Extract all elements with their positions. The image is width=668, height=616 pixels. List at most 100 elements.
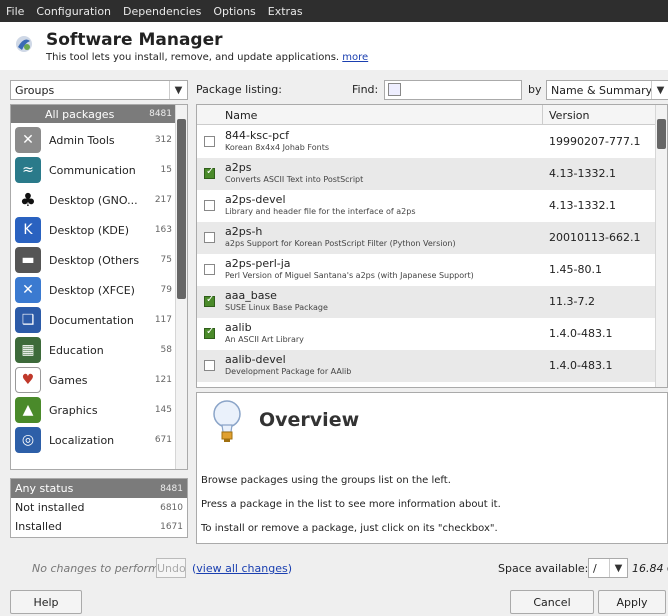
group-item-all-packages[interactable]: All packages 8481 [11,105,176,123]
help-button[interactable]: Help [10,590,82,614]
package-version: 19990207-777.1 [549,135,641,148]
install-checkbox[interactable] [204,136,215,147]
table-row[interactable]: aaa_base SUSE Linux Base Package 11.3-7.… [197,286,657,318]
status-list[interactable]: Any status 8481 Not installed 6810 Insta… [10,478,188,538]
package-scrollbar[interactable] [655,105,667,387]
package-name: a2ps [225,161,252,174]
package-desc: Converts ASCII Text into PostScript [225,175,364,184]
table-row[interactable]: 844-ksc-pcf Korean 8x4x4 Johab Fonts 199… [197,126,657,158]
apply-button[interactable]: Apply [598,590,666,614]
group-label: Documentation [49,313,134,327]
group-label: Admin Tools [49,133,115,147]
subtitle-text: This tool lets you install, remove, and … [46,52,340,63]
group-item-localization[interactable]: ◎ Localization 671 [11,425,176,455]
group-item-education[interactable]: ▦ Education 58 [11,335,176,365]
group-item-desktop-others[interactable]: ▬ Desktop (Others) 75 [11,245,176,275]
table-row[interactable]: a2ps-devel Library and header file for t… [197,190,657,222]
undo-button[interactable]: Undo [156,558,186,578]
groups-scrollbar[interactable] [175,105,187,469]
install-checkbox[interactable] [204,264,215,275]
menu-extras[interactable]: Extras [268,5,303,18]
chevron-down-icon[interactable]: ▼ [609,559,627,577]
group-item-desktop-xfce[interactable]: ✕ Desktop (XFCE) 79 [11,275,176,305]
view-all-changes-text[interactable]: view all changes [196,562,287,575]
install-checkbox[interactable] [204,232,215,243]
group-item-graphics[interactable]: ▲ Graphics 145 [11,395,176,425]
find-input[interactable] [384,80,522,100]
status-item-not-installed[interactable]: Not installed 6810 [11,498,187,517]
cancel-button[interactable]: Cancel [510,590,594,614]
status-item-any[interactable]: Any status 8481 [11,479,187,498]
package-version: 11.3-7.2 [549,295,595,308]
partition-combo[interactable]: / ▼ [588,558,628,578]
group-item-communication[interactable]: ≈ Communication 15 [11,155,176,185]
install-checkbox[interactable] [204,294,215,307]
status-count: 8481 [160,483,183,494]
group-count: 163 [154,225,172,235]
install-checkbox[interactable] [204,360,215,371]
group-label: Desktop (XFCE) [49,283,135,297]
by-label: by [528,83,542,96]
group-count: 58 [160,345,172,355]
group-count: 8481 [149,109,172,119]
communication-icon: ≈ [15,157,41,183]
package-desc: Library and header file for the interfac… [225,207,416,216]
group-label: Desktop (GNO... [49,193,138,207]
overview-line: Browse packages using the groups list on… [201,475,451,486]
menu-options[interactable]: Options [213,5,255,18]
package-listing-label: Package listing: [196,83,282,96]
table-row[interactable]: a2ps-h a2ps Support for Korean PostScrip… [197,222,657,254]
group-count: 117 [154,315,172,325]
lightbulb-icon [213,400,241,442]
package-desc: Development Package for AAlib [225,367,352,376]
group-count: 15 [160,165,172,175]
groups-combo-value: Groups [15,83,55,97]
group-item-admin-tools[interactable]: ✕ Admin Tools 312 [11,125,176,155]
menu-dependencies[interactable]: Dependencies [123,5,201,18]
chevron-down-icon[interactable]: ▼ [169,81,187,99]
group-item-documentation[interactable]: ❑ Documentation 117 [11,305,176,335]
more-link[interactable]: more [342,52,368,63]
menu-file[interactable]: File [6,5,24,18]
status-item-installed[interactable]: Installed 1671 [11,517,187,536]
search-by-value: Name & Summary [551,83,653,97]
package-table[interactable]: Name Version 844-ksc-pcf Korean 8x4x4 Jo… [196,104,668,388]
groups-list[interactable]: All packages 8481 ✕ Admin Tools 312 ≈ Co… [10,104,188,470]
chevron-down-icon[interactable]: ▼ [651,81,668,99]
install-checkbox[interactable] [204,166,215,179]
group-item-games[interactable]: ♥ Games 121 [11,365,176,395]
group-item-desktop-gnome[interactable]: ♣ Desktop (GNO... 217 [11,185,176,215]
desktop-others-icon: ▬ [15,247,41,273]
education-icon: ▦ [15,337,41,363]
status-label: Not installed [15,501,85,514]
menu-configuration[interactable]: Configuration [36,5,111,18]
find-label: Find: [352,83,379,96]
view-all-changes-link[interactable]: (view all changes) [192,562,292,575]
table-row[interactable]: aalib-devel Development Package for AAli… [197,350,657,382]
install-checkbox[interactable] [204,200,215,211]
table-header: Name Version [197,105,667,125]
games-icon: ♥ [15,367,41,393]
col-version[interactable]: Version [549,109,589,122]
group-count: 217 [154,195,172,205]
status-label: Installed [15,520,62,533]
package-version: 1.45-80.1 [549,263,602,276]
status-label: Any status [15,482,74,495]
groups-combo[interactable]: Groups ▼ [10,80,188,100]
group-item-desktop-kde[interactable]: K Desktop (KDE) 163 [11,215,176,245]
install-checkbox[interactable] [204,326,215,339]
group-count: 312 [154,135,172,145]
table-row[interactable]: aalib An ASCII Art Library 1.4.0-483.1 [197,318,657,350]
status-count: 1671 [160,521,183,532]
table-row[interactable]: a2ps-perl-ja Perl Version of Miguel Sant… [197,254,657,286]
package-name: a2ps-perl-ja [225,257,291,270]
package-version: 4.13-1332.1 [549,199,616,212]
table-row[interactable]: a2ps Converts ASCII Text into PostScript… [197,158,657,190]
group-label: Graphics [49,403,98,417]
scrollbar-thumb[interactable] [657,119,666,149]
col-name[interactable]: Name [225,109,257,122]
search-by-combo[interactable]: Name & Summary ▼ [546,80,668,100]
gnome-icon: ♣ [15,187,41,213]
scrollbar-thumb[interactable] [177,119,186,299]
menubar: File Configuration Dependencies Options … [0,0,668,22]
